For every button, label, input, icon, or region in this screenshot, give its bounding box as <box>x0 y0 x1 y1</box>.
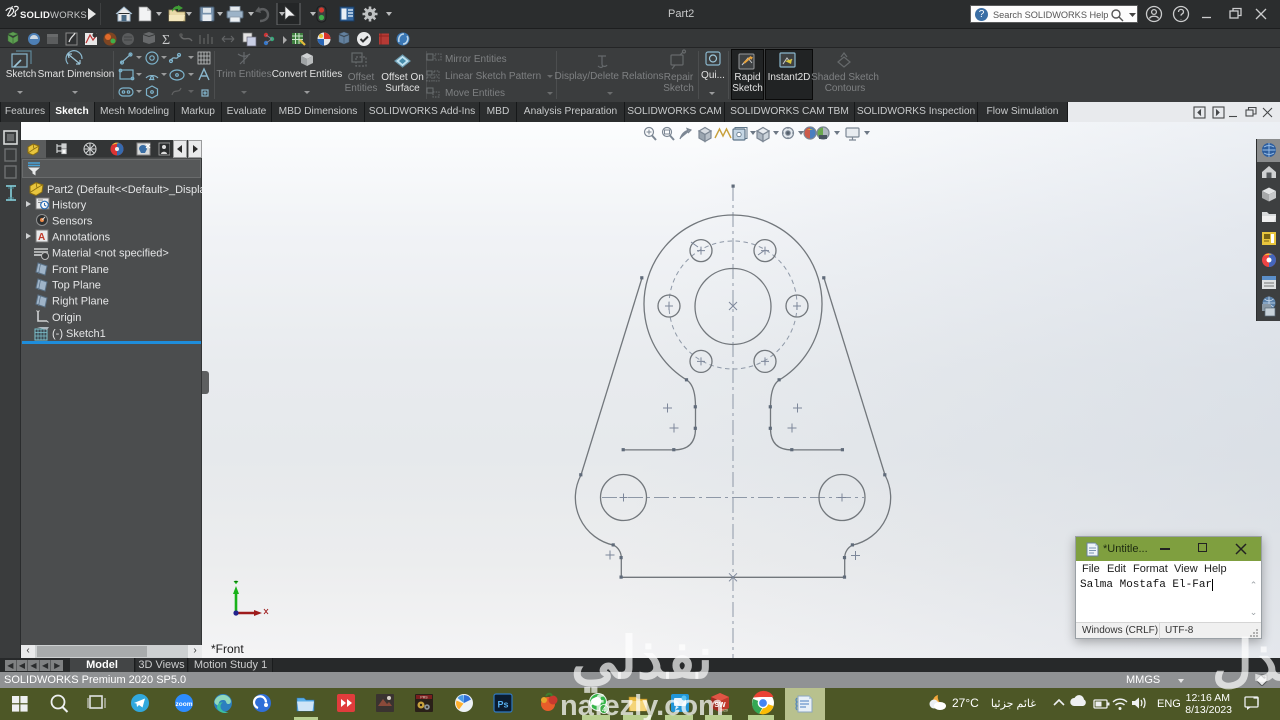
svg-text:27°C: 27°C <box>952 696 979 710</box>
svg-text:Annotations: Annotations <box>52 232 111 244</box>
svg-text:Top Plane: Top Plane <box>52 280 101 292</box>
svg-text:Σ: Σ <box>162 33 170 48</box>
svg-text:Origin: Origin <box>52 312 81 324</box>
svg-text:ENG: ENG <box>1157 698 1181 710</box>
svg-text:غائم جزئيا: غائم جزئيا <box>991 698 1036 710</box>
svg-text:Material <not specified>: Material <not specified> <box>52 248 169 260</box>
svg-text:Sensors: Sensors <box>52 215 93 227</box>
svg-text:A: A <box>38 232 45 243</box>
svg-text:zoom: zoom <box>176 701 193 708</box>
svg-text:Right Plane: Right Plane <box>52 296 109 308</box>
svg-text:SOLIDWORKS: SOLIDWORKS <box>20 10 87 21</box>
svg-text:Front Plane: Front Plane <box>52 264 109 276</box>
svg-text:Ps: Ps <box>497 700 508 710</box>
svg-text:Part2 (Default<<Default>_Disp: Part2 (Default<<Default>_Display S <box>47 184 202 196</box>
svg-text:PRS: PRS <box>420 696 428 700</box>
svg-text:*Front: *Front <box>211 642 244 656</box>
svg-text:(-) Sketch1: (-) Sketch1 <box>52 328 106 340</box>
svg-text:12:16 AM: 12:16 AM <box>1186 692 1230 704</box>
svg-text:8/13/2023: 8/13/2023 <box>1185 704 1232 716</box>
svg-text:History: History <box>52 200 87 212</box>
